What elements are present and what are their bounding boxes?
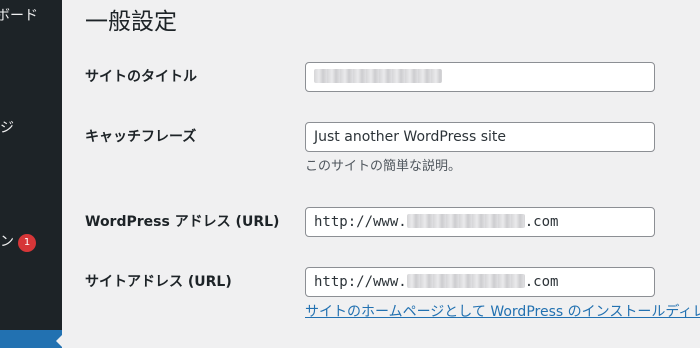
url-suffix: .com	[524, 214, 559, 230]
admin-sidebar: ボード ジ ン1	[0, 0, 62, 348]
sidebar-item-label: ン	[0, 234, 14, 250]
redacted-value	[406, 214, 525, 228]
sidebar-item-label: ジ	[0, 120, 14, 136]
site-address-field[interactable]: http://www. .com	[305, 267, 655, 297]
sidebar-item-label: ボード	[0, 8, 38, 24]
tagline-label: キャッチフレーズ	[85, 129, 197, 145]
sidebar-item-dashboard[interactable]: ボード	[0, 6, 38, 26]
wordpress-address-label: WordPress アドレス (URL)	[85, 214, 280, 230]
site-address-label: サイトアドレス (URL)	[85, 274, 232, 290]
site-address-help-link[interactable]: サイトのホームページとして WordPress のインストールディレ	[305, 302, 700, 322]
sidebar-item-settings-current[interactable]	[0, 330, 62, 348]
tagline-field[interactable]: Just another WordPress site	[305, 122, 655, 152]
update-count-badge: 1	[18, 234, 36, 252]
sidebar-item-plugins[interactable]: ン1	[0, 232, 36, 252]
site-title-field[interactable]	[305, 62, 655, 92]
redacted-value	[314, 69, 442, 83]
redacted-value	[406, 274, 525, 288]
page-title: 一般設定	[85, 9, 177, 35]
url-prefix: http://www.	[314, 274, 407, 290]
tagline-description: このサイトの簡単な説明。	[305, 159, 462, 174]
site-title-label: サイトのタイトル	[85, 69, 197, 85]
sidebar-item-pages[interactable]: ジ	[0, 118, 14, 138]
current-menu-arrow-icon	[56, 333, 64, 348]
url-prefix: http://www.	[314, 214, 407, 230]
tagline-value: Just another WordPress site	[314, 129, 507, 145]
url-suffix: .com	[524, 274, 559, 290]
wordpress-address-field[interactable]: http://www. .com	[305, 207, 655, 237]
